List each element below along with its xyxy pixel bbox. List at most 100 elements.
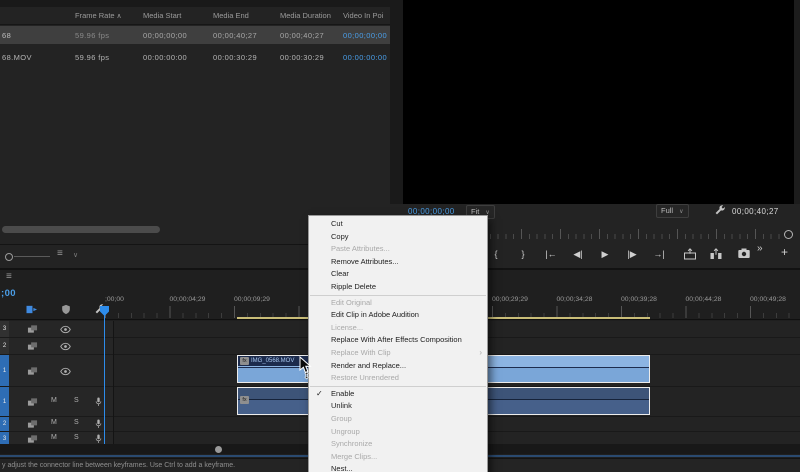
playback-resolution-dropdown[interactable]: Full ∨ bbox=[656, 204, 689, 218]
more-buttons-chevron[interactable]: » bbox=[757, 243, 763, 254]
sync-lock-icon[interactable] bbox=[27, 324, 38, 334]
toggle-track-output-icon[interactable] bbox=[60, 325, 71, 334]
ruler-label: 00;00;29;29 bbox=[492, 296, 528, 303]
toggle-track-output-icon[interactable] bbox=[60, 367, 71, 376]
go-to-in-icon[interactable]: |← bbox=[545, 246, 556, 262]
project-panel-top-strip bbox=[0, 0, 390, 7]
fx-badge[interactable]: fx bbox=[240, 357, 249, 365]
menu-item-paste-attributes: Paste Attributes... bbox=[331, 244, 390, 254]
lift-icon[interactable] bbox=[684, 248, 697, 260]
voiceover-record-icon[interactable] bbox=[94, 418, 103, 430]
menu-item-edit-original: Edit Original bbox=[331, 297, 372, 307]
sync-lock-icon[interactable] bbox=[27, 419, 38, 429]
source-patch-audio1[interactable]: 1 bbox=[0, 387, 9, 416]
menu-item-copy[interactable]: Copy bbox=[309, 231, 487, 244]
fx-badge[interactable]: fx bbox=[240, 396, 249, 404]
menu-item-enable[interactable]: Enable ✓ bbox=[309, 388, 487, 401]
source-patch-video3[interactable]: 3 bbox=[0, 321, 9, 337]
monitor-zoom-scroll-handle[interactable] bbox=[784, 230, 793, 239]
play-icon[interactable]: ▶ bbox=[602, 246, 609, 262]
source-patch-audio2[interactable]: 2 bbox=[0, 417, 9, 431]
linked-selection-icon[interactable] bbox=[61, 304, 71, 315]
audio-track-header-2: 2 M S bbox=[0, 417, 113, 432]
playhead-line bbox=[104, 314, 105, 447]
video-track-header-2: 2 bbox=[0, 338, 113, 355]
video-track-header-3: 3 bbox=[0, 321, 113, 338]
zoom-slider-track[interactable] bbox=[14, 256, 50, 257]
timeline-playhead-timecode[interactable]: ;00 bbox=[1, 288, 16, 299]
solo-button[interactable]: S bbox=[74, 434, 79, 441]
vertical-adjust-cursor-icon: ↕ bbox=[304, 370, 309, 381]
sync-lock-icon[interactable] bbox=[27, 397, 38, 407]
sync-lock-icon[interactable] bbox=[27, 366, 38, 376]
menu-item-group: Group bbox=[331, 413, 352, 423]
step-forward-icon[interactable]: |▶ bbox=[627, 246, 636, 262]
column-header-media-start[interactable]: Media Start bbox=[143, 11, 181, 20]
menu-item-merge-clips: Merge Clips... bbox=[331, 451, 378, 461]
timeline-scrollbar-knob[interactable] bbox=[215, 446, 222, 453]
menu-item-render-and-replace[interactable]: Render and Replace... bbox=[309, 360, 487, 373]
solo-button[interactable]: S bbox=[74, 397, 79, 404]
go-to-out-icon[interactable]: →| bbox=[653, 246, 664, 262]
cell-frame-rate: 59.96 fps bbox=[75, 31, 110, 40]
source-patch-video1[interactable]: 1 bbox=[0, 355, 9, 386]
ruler-label: 00;00;39;28 bbox=[621, 296, 657, 303]
chevron-down-icon[interactable]: ∨ bbox=[73, 251, 78, 259]
column-header-video-in-poi[interactable]: Video In Poi bbox=[343, 11, 383, 20]
cell-media-start: 00:00:00:00 bbox=[143, 53, 188, 62]
list-view-icon[interactable]: ≡ bbox=[57, 248, 63, 259]
cell-media-end: 00:00:30:29 bbox=[213, 53, 258, 62]
mute-button[interactable]: M bbox=[51, 397, 57, 404]
cell-media-end: 00;00;40;27 bbox=[213, 31, 258, 40]
timeline-panel-menu-icon[interactable]: ≡ bbox=[6, 271, 12, 282]
submenu-arrow-icon: › bbox=[479, 347, 482, 357]
menu-item-ripple-delete[interactable]: Ripple Delete bbox=[309, 281, 487, 294]
monitor-right-edge bbox=[794, 0, 800, 204]
mute-button[interactable]: M bbox=[51, 419, 57, 426]
menu-item-license: License... bbox=[331, 322, 364, 332]
solo-button[interactable]: S bbox=[74, 419, 79, 426]
cell-video-in-point: 00;00;00;00 bbox=[343, 31, 388, 40]
menu-item-replace-with-after-effects-composition[interactable]: Replace With After Effects Composition bbox=[309, 334, 487, 347]
project-row-68[interactable]: 68 59.96 fps 00;00;00;00 00;00;40;27 00;00;4… bbox=[0, 26, 390, 44]
export-frame-icon[interactable] bbox=[738, 248, 751, 259]
menu-item-cut[interactable]: Cut bbox=[309, 218, 487, 231]
menu-item-ungroup: Ungroup bbox=[331, 426, 360, 436]
column-header-frame-rate[interactable]: Frame Rate ∧ bbox=[75, 11, 122, 20]
timeline-track-headers: 3211MS2MS3MS bbox=[0, 321, 114, 447]
project-row-68-mov[interactable]: 68.MOV 59.96 fps 00:00:00:00 00:00:30:29 00:… bbox=[0, 48, 390, 66]
menu-item-nest[interactable]: Nest... bbox=[309, 463, 487, 472]
voiceover-record-icon[interactable] bbox=[94, 396, 103, 408]
mute-button[interactable]: M bbox=[51, 434, 57, 441]
menu-item-edit-clip-in-adobe-audition[interactable]: Edit Clip in Adobe Audition bbox=[309, 309, 487, 322]
menu-item-remove-attributes[interactable]: Remove Attributes... bbox=[309, 256, 487, 269]
monitor-settings-wrench-icon[interactable] bbox=[714, 205, 726, 217]
ruler-label: 00;00;49;28 bbox=[750, 296, 786, 303]
nest-toggle-icon[interactable] bbox=[26, 304, 38, 315]
ruler-label: ;00;00 bbox=[105, 296, 124, 303]
video-clip-name: IMG_0568.MOV bbox=[251, 358, 295, 364]
project-horizontal-scrollbar[interactable] bbox=[2, 226, 160, 233]
audio-track-header-1: 1 M S bbox=[0, 387, 113, 417]
zoom-slider-knob[interactable] bbox=[5, 253, 13, 261]
source-patch-video2[interactable]: 2 bbox=[0, 338, 9, 354]
column-header-media-end[interactable]: Media End bbox=[213, 11, 249, 20]
chevron-down-icon: ∨ bbox=[679, 209, 684, 215]
step-back-icon[interactable]: ◀| bbox=[573, 246, 582, 262]
toggle-track-output-icon[interactable] bbox=[60, 342, 71, 351]
sync-lock-icon[interactable] bbox=[27, 341, 38, 351]
ruler-label: 00;00;44;28 bbox=[685, 296, 722, 303]
add-button[interactable]: + bbox=[781, 245, 788, 259]
menu-item-clear[interactable]: Clear bbox=[309, 268, 487, 281]
sync-lock-icon[interactable] bbox=[27, 434, 38, 444]
menu-item-unlink[interactable]: Unlink bbox=[309, 400, 487, 413]
extract-icon[interactable] bbox=[710, 248, 723, 260]
column-header-media-duration[interactable]: Media Duration bbox=[280, 11, 331, 20]
menu-item-restore-unrendered: Restore Unrendered bbox=[331, 373, 399, 383]
video-track-header-1: 1 bbox=[0, 355, 113, 387]
playback-resolution-value: Full bbox=[661, 206, 674, 215]
mark-in-icon[interactable]: { bbox=[494, 246, 497, 262]
mark-out-icon[interactable]: } bbox=[521, 246, 524, 262]
cell-clip-name: 68.MOV bbox=[2, 53, 32, 62]
status-hint-text: y adjust the connector line between keyf… bbox=[2, 462, 236, 469]
